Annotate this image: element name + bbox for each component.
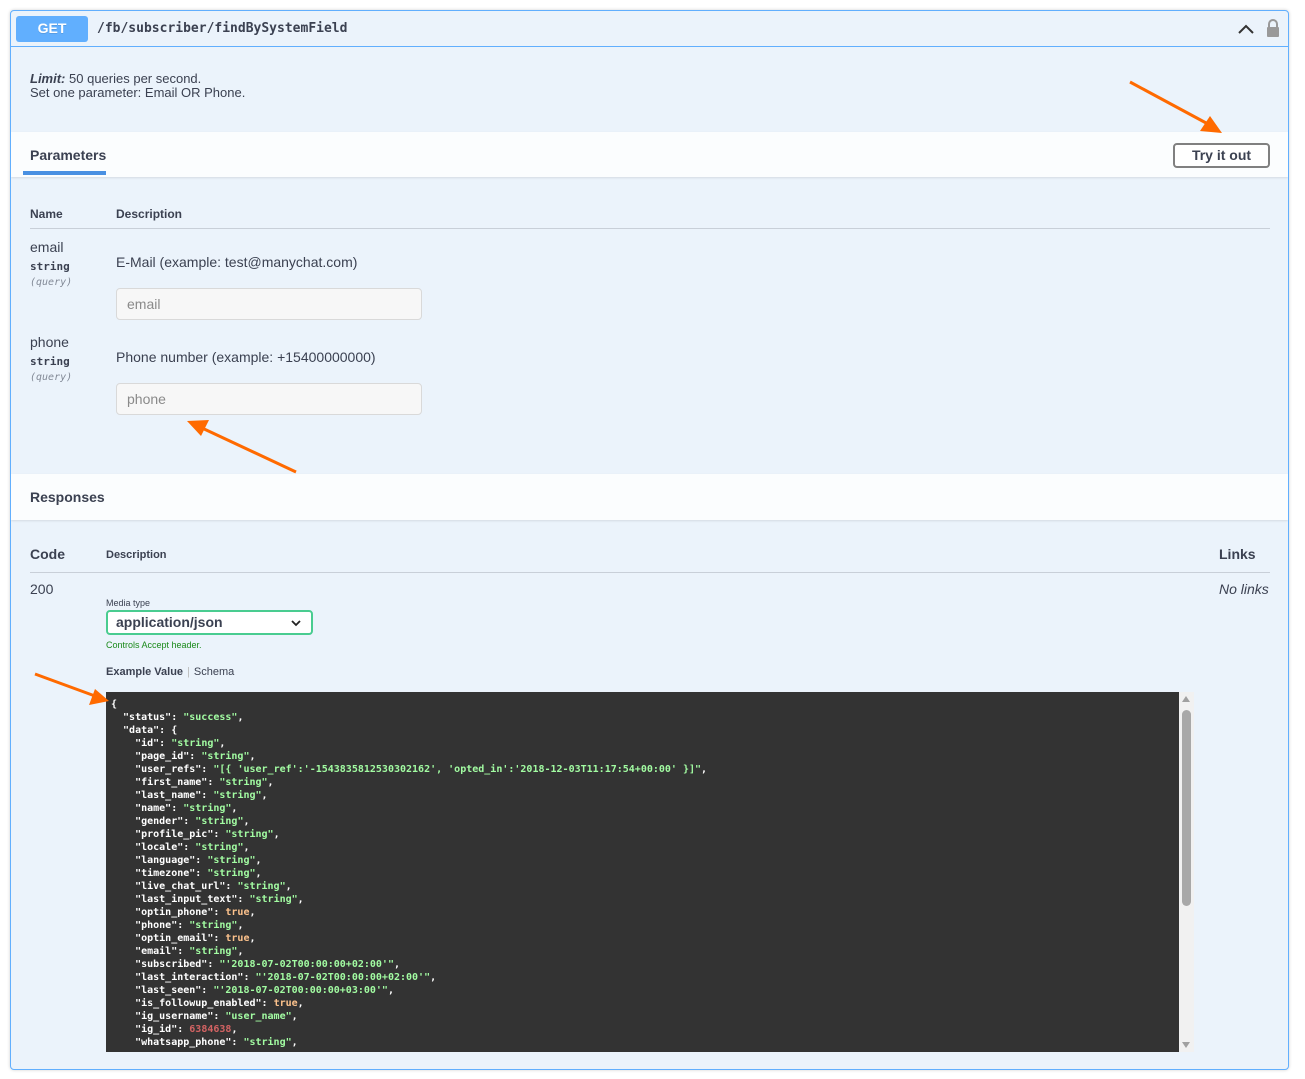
- scroll-down-icon[interactable]: [1182, 1042, 1190, 1048]
- example-json-codeblock[interactable]: { "status": "success", "data": { "id": "…: [106, 692, 1179, 1052]
- chevron-down-icon: [291, 620, 301, 627]
- phone-field[interactable]: [116, 383, 422, 415]
- parameters-header: Parameters: [11, 132, 1288, 177]
- limit-label: Limit:: [30, 71, 66, 86]
- lock-icon[interactable]: [1265, 18, 1281, 38]
- tab-example-value[interactable]: Example Value: [106, 666, 183, 678]
- responses-title: Responses: [30, 489, 105, 505]
- controls-accept-note: Controls Accept header.: [106, 640, 202, 650]
- http-method-badge: GET: [16, 16, 88, 42]
- limit-text: 50 queries per second.: [69, 71, 202, 86]
- param-name-email: email: [30, 239, 64, 255]
- example-json-text: { "status": "success", "data": { "id": "…: [111, 699, 708, 1048]
- operation-description: Limit: 50 queries per second. Set one pa…: [30, 72, 245, 100]
- param-type-email: string: [30, 260, 70, 273]
- col-header-name: Name: [30, 207, 63, 221]
- active-tab-indicator: [23, 171, 106, 175]
- media-type-label: Media type: [106, 598, 151, 608]
- response-code: 200: [30, 581, 54, 597]
- email-field[interactable]: [116, 288, 422, 320]
- operation-block: GET /fb/subscriber/findBySystemField Lim…: [10, 10, 1289, 1070]
- tab-separator: |: [187, 666, 190, 678]
- try-it-out-button[interactable]: Try it out: [1173, 143, 1270, 168]
- tab-parameters[interactable]: Parameters: [30, 147, 106, 163]
- col-header-description: Description: [116, 207, 183, 221]
- param-in-email: (query): [30, 277, 73, 288]
- col-header-response-description: Description: [106, 549, 167, 561]
- param-desc-phone: Phone number (example: +15400000000): [116, 349, 376, 365]
- divider: [30, 572, 1270, 573]
- col-header-code: Code: [30, 546, 65, 562]
- divider: [30, 228, 1270, 229]
- endpoint-path: /fb/subscriber/findBySystemField: [97, 21, 348, 36]
- param-in-phone: (query): [30, 372, 73, 383]
- col-header-links: Links: [1219, 546, 1256, 562]
- tab-schema[interactable]: Schema: [194, 666, 234, 678]
- param-desc-email: E-Mail (example: test@manychat.com): [116, 254, 358, 270]
- description-line2: Set one parameter: Email OR Phone.: [30, 85, 246, 100]
- scrollbar-thumb[interactable]: [1182, 710, 1191, 906]
- example-tabs: Example Value | Schema: [106, 666, 234, 678]
- no-links-text: No links: [1219, 581, 1269, 597]
- codeblock-scrollbar[interactable]: [1179, 692, 1194, 1052]
- param-name-phone: phone: [30, 334, 69, 350]
- media-type-select[interactable]: application/json: [106, 610, 313, 635]
- chevron-up-icon[interactable]: [1237, 21, 1255, 37]
- media-type-value: application/json: [116, 614, 223, 630]
- responses-header: Responses: [11, 474, 1288, 520]
- scroll-up-icon[interactable]: [1182, 696, 1190, 702]
- operation-summary[interactable]: GET /fb/subscriber/findBySystemField: [11, 11, 1288, 47]
- param-type-phone: string: [30, 355, 70, 368]
